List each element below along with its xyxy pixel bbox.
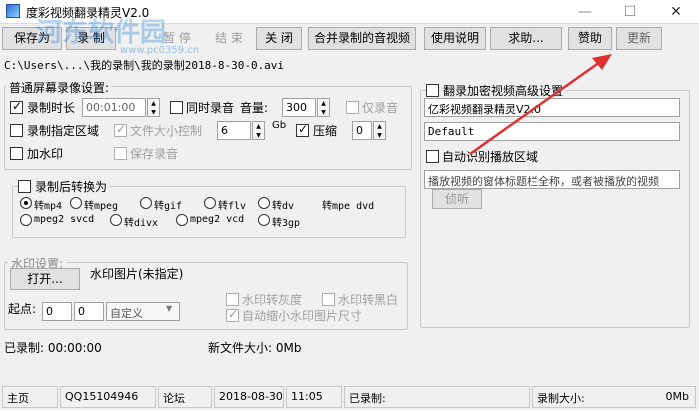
arrow-head (592, 54, 612, 70)
arrow-shaft (469, 60, 601, 156)
annotation-arrow (469, 54, 612, 156)
